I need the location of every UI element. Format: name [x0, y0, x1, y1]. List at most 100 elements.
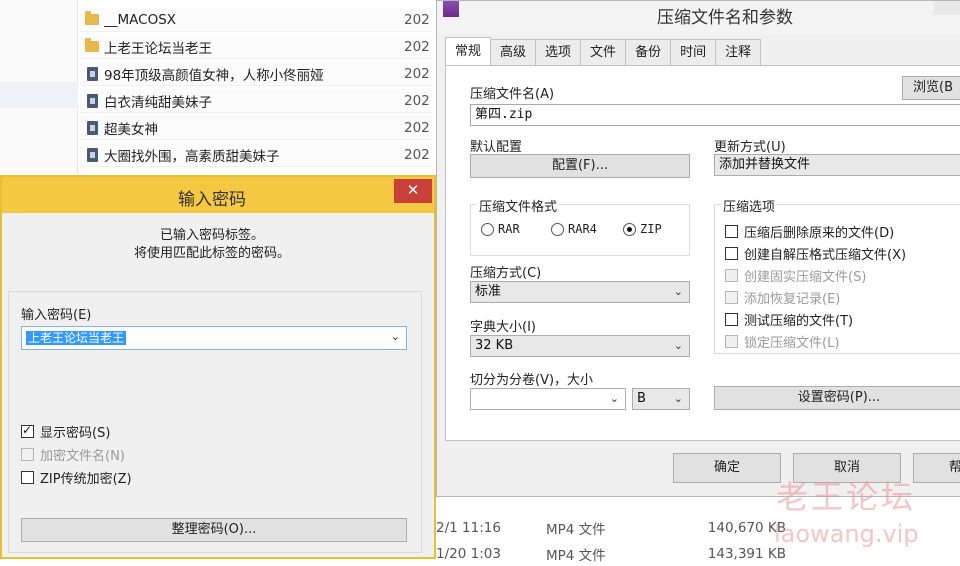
info-line: 将使用匹配此标签的密码。 — [133, 246, 290, 261]
split-unit-select[interactable]: B ⌄ — [632, 388, 690, 410]
ok-button[interactable]: 确定 — [673, 453, 781, 483]
help-button[interactable]: 帮 — [913, 453, 960, 483]
info-line: 已输入密码标签。 — [159, 228, 264, 243]
checkbox-box — [725, 291, 738, 304]
file-size: 140,670 KB — [707, 520, 786, 536]
format-radio-rar4[interactable]: RAR4 — [551, 222, 597, 236]
split-volumes-select[interactable]: ⌄ — [470, 388, 626, 410]
enter-password-dialog: 输入密码 ✕ 已输入密码标签。 将使用匹配此标签的密码。 输入密码(E) 上老王… — [0, 175, 436, 559]
close-icon[interactable]: ✕ — [394, 179, 432, 203]
update-mode-label: 更新方式(U) — [714, 140, 786, 155]
radio-circle — [481, 222, 494, 236]
file-name: 98年顶级高颜值女神，人称小佟丽娅 — [104, 67, 324, 84]
format-radio-rar[interactable]: RAR — [481, 222, 520, 236]
update-mode-value: 添加并替换文件 — [719, 157, 811, 172]
format-radio-zip[interactable]: ZIP — [623, 222, 662, 236]
file-date: 202 — [404, 119, 430, 136]
archive-name-label: 压缩文件名(A) — [470, 87, 555, 102]
password-value-selected: 上老王论坛当老王 — [26, 331, 127, 345]
folder-icon — [85, 11, 99, 25]
update-mode-select[interactable]: 添加并替换文件 — [714, 154, 960, 176]
file-date: 202 — [404, 92, 430, 109]
watermark-url: laowang.vip — [774, 520, 919, 548]
window-title: 压缩文件名和参数 — [657, 8, 793, 28]
radio-circle-selected — [623, 222, 636, 236]
chevron-down-icon: ⌄ — [673, 285, 683, 298]
file-date: 202 — [404, 65, 430, 82]
close-button[interactable] — [934, 1, 960, 15]
password-label: 输入密码(E) — [21, 308, 92, 323]
file-date: 1/20 1:03 — [436, 546, 501, 562]
file-date: 202 — [404, 146, 430, 163]
checkbox-box — [21, 448, 34, 461]
checkbox-box — [725, 313, 738, 326]
dialog-title: 输入密码 — [178, 190, 246, 210]
file-type: MP4 文件 — [546, 522, 606, 538]
dictionary-size-label: 字典大小(I) — [470, 320, 536, 335]
split-volumes-label: 切分为分卷(V)，大小 — [470, 373, 594, 388]
tab-time[interactable]: 时间 — [670, 39, 717, 65]
file-row[interactable]: 98年顶级高颜值女神，人称小佟丽娅 202 — [80, 62, 432, 86]
file-type: MP4 文件 — [546, 548, 606, 564]
dictionary-size-value: 32 KB — [475, 338, 514, 353]
checkbox-box-checked — [21, 423, 34, 438]
add-recovery-record-checkbox: 添加恢复记录(E) — [725, 288, 840, 307]
tab-files[interactable]: 文件 — [580, 39, 627, 65]
dictionary-size-select[interactable]: 32 KB ⌄ — [470, 335, 690, 357]
create-solid-archive-checkbox: 创建固实压缩文件(S) — [725, 266, 866, 285]
set-password-button[interactable]: 设置密码(P)... — [714, 386, 960, 410]
tab-comment[interactable]: 注释 — [715, 39, 762, 65]
profiles-button[interactable]: 配置(F)... — [470, 154, 690, 178]
delete-after-archiving-checkbox[interactable]: 压缩后删除原来的文件(D) — [725, 222, 894, 241]
compression-method-label: 压缩方式(C) — [470, 266, 542, 281]
chevron-down-icon[interactable]: ⌄ — [391, 330, 400, 343]
test-archived-files-checkbox[interactable]: 测试压缩的文件(T) — [725, 310, 853, 329]
video-file-icon — [86, 93, 98, 108]
tab-strip: 常规 高级 选项 文件 备份 时间 注释 — [445, 37, 762, 65]
create-sfx-checkbox[interactable]: 创建自解压格式压缩文件(X) — [725, 244, 906, 263]
archive-name-input[interactable]: 第四.zip — [470, 104, 960, 126]
compression-method-select[interactable]: 标准 ⌄ — [470, 281, 690, 303]
tab-advanced[interactable]: 高级 — [490, 39, 537, 65]
archive-parameters-window: 压缩文件名和参数 常规 高级 选项 文件 备份 时间 注释 压缩文件名(A) 浏… — [436, 0, 960, 497]
file-row[interactable]: 大圈找外围，高素质甜美妹子 202 — [80, 143, 432, 167]
general-tab-panel: 压缩文件名(A) 浏览(B 第四.zip 默认配置 配置(F)... 更新方式(… — [445, 65, 960, 441]
organize-passwords-button[interactable]: 整理密码(O)... — [21, 518, 407, 542]
video-file-icon — [86, 120, 98, 135]
dialog-body: 已输入密码标签。 将使用匹配此标签的密码。 输入密码(E) 上老王论坛当老王 ⌄… — [2, 213, 434, 557]
browse-button[interactable]: 浏览(B — [902, 76, 960, 100]
tab-backup[interactable]: 备份 — [625, 39, 672, 65]
file-row[interactable]: __MACOSX 202 — [80, 8, 432, 32]
tab-general[interactable]: 常规 — [445, 37, 492, 65]
checkbox-box — [725, 247, 738, 260]
lock-archive-checkbox: 锁定压缩文件(L) — [725, 332, 839, 351]
show-password-checkbox[interactable]: 显示密码(S) — [21, 422, 110, 441]
file-row[interactable]: 2/1 11:16 MP4 文件 140,670 KB — [436, 516, 786, 540]
navigation-pane-selected-item[interactable] — [0, 82, 78, 108]
dialog-titlebar[interactable]: 输入密码 ✕ — [2, 177, 434, 213]
checkbox-box — [21, 471, 34, 484]
file-row[interactable]: 白衣清纯甜美妹子 202 — [80, 89, 432, 113]
winrar-app-icon — [443, 1, 459, 17]
file-name: 上老王论坛当老王 — [104, 40, 212, 57]
file-date: 2/1 11:16 — [436, 520, 501, 536]
folder-icon — [85, 38, 99, 52]
chevron-down-icon: ⌄ — [609, 392, 619, 405]
checkbox-box — [725, 225, 738, 238]
file-row[interactable]: 上老王论坛当老王 202 — [80, 35, 432, 59]
file-size: 143,391 KB — [707, 546, 786, 562]
zip-legacy-encryption-checkbox[interactable]: ZIP传统加密(Z) — [21, 468, 132, 487]
password-input[interactable]: 上老王论坛当老王 ⌄ — [21, 326, 407, 350]
checkbox-box — [725, 269, 738, 282]
file-row[interactable]: 1/20 1:03 MP4 文件 143,391 KB — [436, 542, 786, 566]
file-name: __MACOSX — [104, 11, 177, 28]
archive-format-group: 压缩文件格式 RAR RAR4 ZIP — [470, 196, 690, 256]
window-titlebar[interactable]: 压缩文件名和参数 — [437, 1, 960, 35]
chevron-down-icon: ⌄ — [673, 339, 683, 352]
file-row[interactable]: 超美女神 202 — [80, 116, 432, 140]
tab-options[interactable]: 选项 — [535, 39, 582, 65]
encrypt-file-names-checkbox: 加密文件名(N) — [21, 445, 125, 464]
archive-format-label: 压缩文件格式 — [477, 196, 560, 215]
split-unit-value: B — [637, 391, 646, 406]
password-label-info: 已输入密码标签。 将使用匹配此标签的密码。 — [2, 227, 422, 263]
